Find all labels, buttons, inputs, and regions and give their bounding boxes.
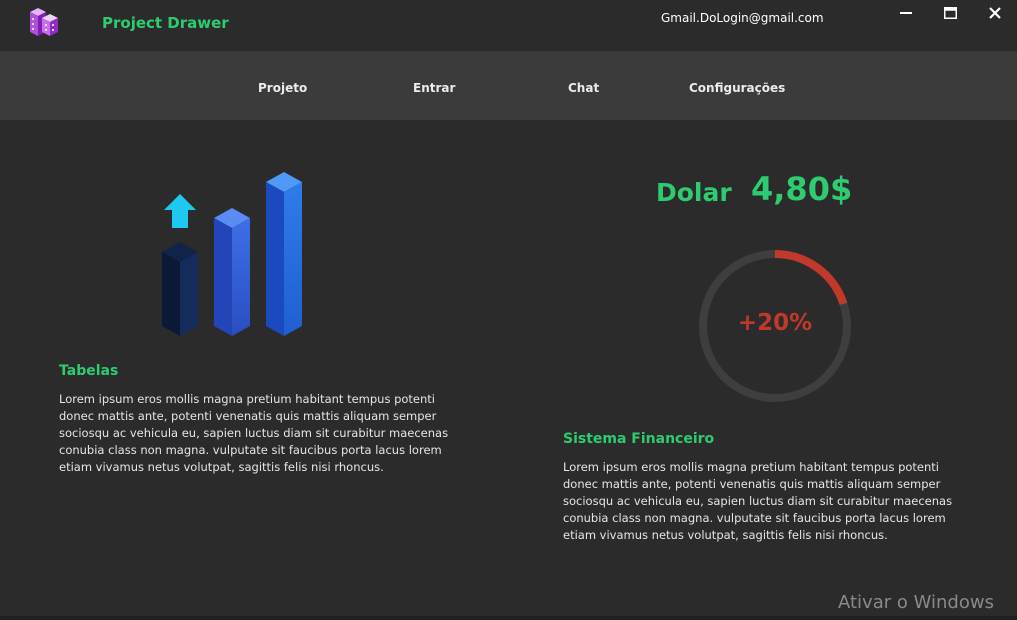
nav-item-configuracoes[interactable]: Configurações [689, 81, 785, 95]
title-bar: Project Drawer Gmail.DoLogin@gmail.com [0, 0, 1017, 51]
currency-value: 4,80$ [751, 170, 853, 208]
maximize-icon [943, 7, 957, 19]
currency-label: Dolar [656, 178, 732, 207]
nav-item-projeto[interactable]: Projeto [258, 81, 307, 95]
financeiro-description: Lorem ipsum eros mollis magna pretium ha… [563, 460, 953, 542]
financeiro-title: Sistema Financeiro [563, 431, 715, 447]
nav-bar: Projeto Entrar Chat Configurações [0, 51, 1017, 120]
nav-item-entrar[interactable]: Entrar [413, 81, 455, 95]
close-icon [989, 7, 1001, 19]
account-email[interactable]: Gmail.DoLogin@gmail.com [661, 11, 824, 25]
gauge-percentage-text: +20% [737, 310, 813, 336]
bottom-edge [0, 616, 1017, 620]
minimize-icon [900, 12, 912, 14]
purple-buildings-logo-icon [30, 8, 58, 36]
bar-chart-growth-icon [162, 172, 302, 336]
tabelas-title: Tabelas [59, 363, 119, 379]
maximize-button[interactable] [937, 2, 963, 24]
close-button[interactable] [982, 2, 1008, 24]
minimize-button[interactable] [893, 2, 919, 24]
windows-activation-watermark: Ativar o Windows [838, 592, 994, 613]
app-title: Project Drawer [102, 14, 229, 32]
nav-item-chat[interactable]: Chat [568, 81, 599, 95]
tabelas-description: Lorem ipsum eros mollis magna pretium ha… [59, 392, 449, 474]
